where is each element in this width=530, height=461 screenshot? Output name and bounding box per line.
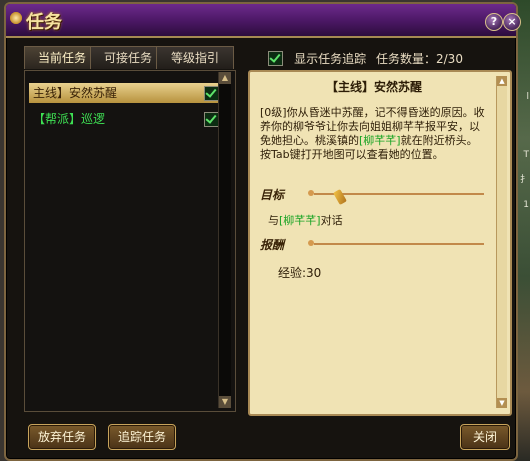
tab-available-quests[interactable]: 可接任务: [90, 46, 166, 69]
scroll-up-icon[interactable]: ▲: [497, 76, 507, 86]
quest-label: 【帮派】巡逻: [33, 112, 106, 126]
list-item-guild-quest[interactable]: 【帮派】巡逻: [29, 109, 223, 129]
quest-detail-title: 【主线】安然苏醒: [325, 80, 422, 94]
target-section-header: 目标: [254, 186, 486, 202]
quest-list-scrollbar[interactable]: ▲ ▼: [218, 72, 231, 408]
npc-link[interactable]: [柳芊芊]: [359, 134, 401, 147]
target-npc-link[interactable]: [柳芊芊]: [279, 214, 321, 227]
quest-description: [0级]你从昏迷中苏醒，记不得昏迷的原因。收养你的柳爷爷让你去向姐姐柳芊芊报平安…: [260, 106, 485, 161]
tab-level-guide[interactable]: 等级指引: [156, 46, 234, 69]
tracking-label: 显示任务追踪: [294, 52, 367, 66]
close-button[interactable]: 关闭: [460, 424, 510, 450]
quest-count: 任务数量：2/30: [376, 52, 463, 66]
tracking-checkbox[interactable]: [268, 51, 283, 66]
scroll-down-icon[interactable]: ▼: [219, 396, 231, 408]
help-button[interactable]: ?: [485, 13, 503, 31]
tracking-toggle[interactable]: 显示任务追踪: [268, 48, 366, 66]
scroll-up-icon[interactable]: ▲: [219, 72, 231, 84]
quest-window: 任务 ? × 当前任务 可接任务 等级指引 显示任务追踪 任务数量：2/30 主…: [4, 2, 521, 461]
list-item-main-quest[interactable]: 主线】安然苏醒: [29, 83, 223, 103]
quest-label: 主线】安然苏醒: [33, 86, 118, 100]
quest-track-checkbox[interactable]: [204, 86, 219, 101]
target-heading: 目标: [260, 188, 285, 202]
title-ornament-icon: [10, 12, 22, 24]
scroll-down-icon[interactable]: ▼: [497, 398, 507, 408]
quest-track-checkbox[interactable]: [204, 112, 219, 127]
quest-detail-panel: 【主线】安然苏醒 [0级]你从昏迷中苏醒，记不得昏迷的原因。收养你的柳爷爷让你去…: [248, 70, 512, 416]
track-quest-button[interactable]: 追踪任务: [108, 424, 176, 450]
abandon-quest-button[interactable]: 放弃任务: [28, 424, 96, 450]
window-title: 任务: [26, 12, 62, 33]
reward-value: 经验:30: [278, 266, 322, 280]
reward-section-header: 报酬: [254, 236, 486, 252]
title-bar[interactable]: 任务 ? ×: [6, 4, 521, 38]
quest-list: 主线】安然苏醒 【帮派】巡逻: [24, 70, 236, 412]
close-x-button[interactable]: ×: [503, 13, 521, 31]
reward-heading: 报酬: [260, 238, 285, 252]
detail-scrollbar[interactable]: ▲ ▼: [496, 76, 507, 408]
divider: [314, 243, 484, 245]
quest-target: 与[柳芊芊]对话: [268, 214, 343, 227]
tab-current-quests[interactable]: 当前任务: [24, 46, 100, 69]
